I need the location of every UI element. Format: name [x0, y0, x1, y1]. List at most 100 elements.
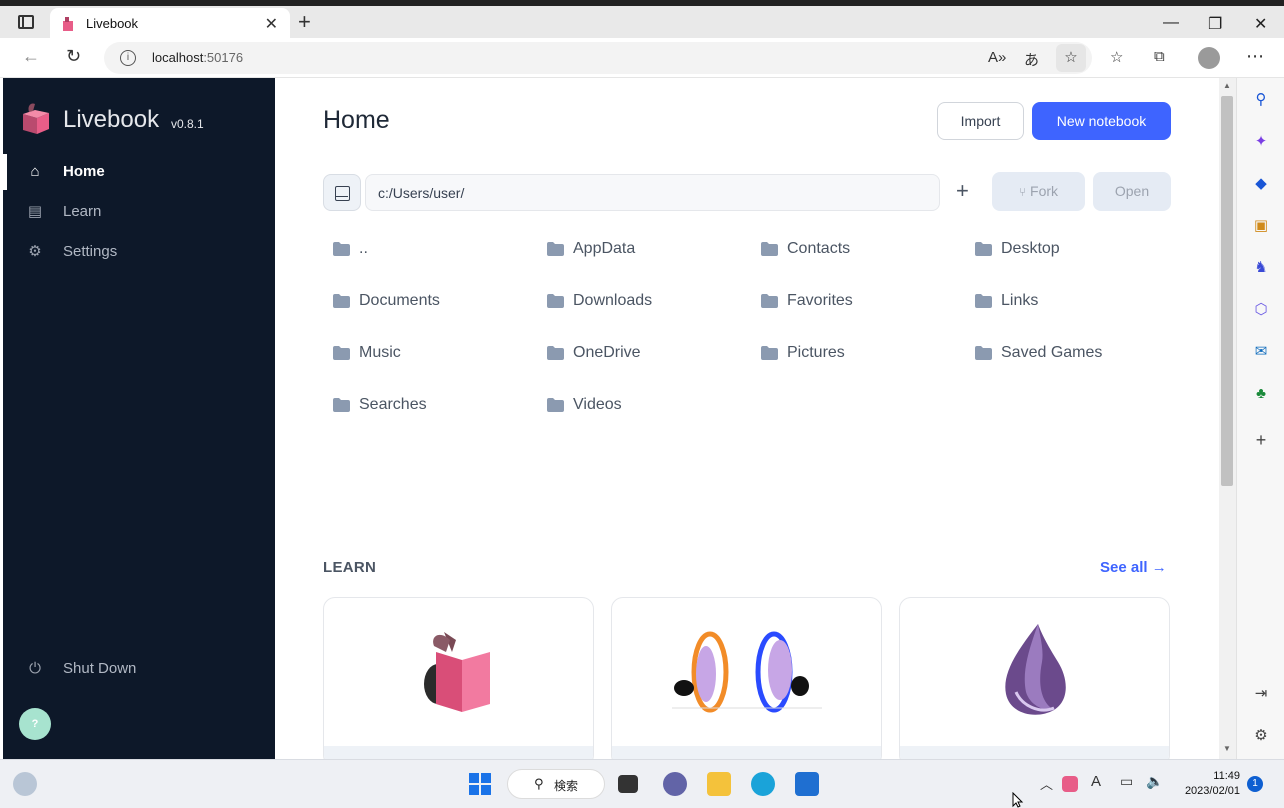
new-tab-button[interactable]: +: [298, 11, 311, 33]
scrollbar-thumb[interactable]: [1221, 96, 1233, 486]
tree-icon[interactable]: ♣: [1251, 384, 1271, 404]
import-button[interactable]: Import: [937, 102, 1024, 140]
new-notebook-button[interactable]: New notebook: [1032, 102, 1171, 140]
translate-icon[interactable]: あ: [1024, 49, 1039, 70]
folder-item[interactable]: Favorites: [751, 290, 951, 314]
close-window-icon[interactable]: ✕: [1254, 14, 1267, 34]
folder-item[interactable]: AppData: [537, 238, 737, 262]
windows-taskbar: ⚲ 検索 ︿ A ▭ 🔈 11:49 2023/02/01 1: [0, 759, 1284, 808]
learn-card[interactable]: [611, 597, 882, 759]
folder-item[interactable]: Pictures: [751, 342, 951, 366]
fork-label: Fork: [1030, 183, 1059, 199]
notification-badge[interactable]: 1: [1247, 776, 1263, 792]
taskbar-search[interactable]: ⚲ 検索: [507, 769, 605, 799]
sidebar-item-learn[interactable]: ▤ Learn: [3, 194, 275, 230]
folder-icon: [333, 294, 350, 308]
sidebar-item-settings[interactable]: ⚙ Settings: [3, 234, 275, 270]
folder-item[interactable]: OneDrive: [537, 342, 737, 366]
store-icon[interactable]: [795, 772, 819, 796]
windows-start-icon[interactable]: [468, 772, 492, 796]
favorites-icon[interactable]: ☆: [1110, 48, 1123, 66]
new-file-button[interactable]: +: [956, 179, 969, 203]
add-favorite-icon[interactable]: ☆: [1056, 44, 1086, 72]
folder-name: AppData: [573, 240, 636, 257]
sidebar-item-home[interactable]: ⌂ Home: [3, 154, 275, 190]
add-icon[interactable]: +: [1251, 430, 1271, 450]
livebook-tray-icon[interactable]: [1062, 776, 1078, 792]
folder-icon: [975, 346, 992, 360]
open-button[interactable]: Open: [1093, 172, 1171, 211]
reading-mascot-illustration: [424, 632, 490, 712]
elixir-drop-illustration: [1005, 624, 1066, 715]
tab-actions-icon[interactable]: [18, 15, 34, 29]
help-button[interactable]: ?: [19, 708, 51, 740]
collections-icon[interactable]: ⧉: [1154, 48, 1165, 65]
folder-name: Links: [1001, 292, 1039, 309]
url-port: :50176: [203, 50, 244, 65]
tag-icon[interactable]: ◆: [1251, 174, 1271, 194]
edge-icon[interactable]: [751, 772, 775, 796]
network-icon[interactable]: ▭: [1120, 773, 1133, 790]
url-field[interactable]: i localhost:50176 A» あ ☆: [104, 42, 1092, 74]
sparkle-icon[interactable]: ✦: [1251, 132, 1271, 152]
learn-card-footer: [900, 746, 1169, 759]
weather-icon[interactable]: [13, 772, 37, 796]
browser-tab[interactable]: Livebook ✕: [50, 8, 290, 40]
search-icon[interactable]: ⚲: [1251, 90, 1271, 110]
shutdown-button[interactable]: ⏻ Shut Down: [3, 651, 275, 687]
folder-name: Downloads: [573, 292, 653, 309]
more-menu-icon[interactable]: ⋯: [1246, 46, 1264, 67]
folder-item[interactable]: Desktop: [965, 238, 1165, 262]
folder-item[interactable]: Downloads: [537, 290, 737, 314]
taskbar-search-label: 検索: [554, 779, 579, 793]
learn-card[interactable]: [323, 597, 594, 759]
games-icon[interactable]: ♞: [1251, 258, 1271, 278]
folder-name: Documents: [359, 292, 440, 309]
path-input[interactable]: [365, 174, 940, 211]
page-scrollbar[interactable]: ▲ ▼: [1219, 78, 1236, 759]
taskbar-clock[interactable]: 11:49 2023/02/01: [1178, 769, 1240, 799]
site-info-icon[interactable]: i: [120, 50, 136, 66]
office-icon[interactable]: ⬡: [1251, 300, 1271, 320]
sidebar-item-label: Settings: [63, 243, 118, 260]
fork-button[interactable]: ⑂ Fork: [992, 172, 1085, 211]
tab-close-icon[interactable]: ✕: [265, 14, 278, 34]
read-aloud-icon[interactable]: A»: [988, 49, 1006, 66]
scroll-down-icon[interactable]: ▼: [1223, 744, 1231, 753]
back-icon[interactable]: ←: [22, 46, 40, 67]
learn-card[interactable]: [899, 597, 1170, 759]
tab-title: Livebook: [86, 16, 139, 31]
folder-item[interactable]: Videos: [537, 394, 737, 418]
restore-icon[interactable]: ❐: [1208, 14, 1222, 34]
volume-icon[interactable]: 🔈: [1146, 773, 1163, 790]
ime-icon[interactable]: A: [1091, 773, 1101, 790]
drive-icon: [335, 186, 350, 201]
folder-item[interactable]: Music: [323, 342, 523, 366]
app-name: Livebook: [63, 106, 160, 133]
folder-item[interactable]: Contacts: [751, 238, 951, 262]
folder-item[interactable]: Documents: [323, 290, 523, 314]
see-all-link[interactable]: See all →: [1100, 559, 1167, 576]
refresh-icon[interactable]: ↻: [66, 46, 81, 67]
folder-item[interactable]: Searches: [323, 394, 523, 418]
drive-select-button[interactable]: [323, 174, 361, 211]
outlook-icon[interactable]: ✉: [1251, 342, 1271, 362]
app-version: v0.8.1: [171, 117, 204, 131]
panel-toggle-icon[interactable]: ⇥: [1251, 684, 1271, 704]
tray-chevron-icon[interactable]: ︿: [1040, 774, 1053, 793]
scroll-up-icon[interactable]: ▲: [1223, 81, 1231, 90]
task-view-icon[interactable]: [618, 775, 638, 793]
mouse-cursor-icon: [1012, 792, 1024, 808]
folder-item[interactable]: ..: [323, 238, 523, 262]
toolbox-icon[interactable]: ▣: [1251, 216, 1271, 236]
teams-icon[interactable]: [663, 772, 687, 796]
folder-name: Contacts: [787, 240, 851, 257]
minimize-icon[interactable]: —: [1163, 14, 1179, 32]
settings-icon[interactable]: ⚙: [1251, 726, 1271, 746]
folder-item[interactable]: Links: [965, 290, 1165, 314]
file-explorer-icon[interactable]: [707, 772, 731, 796]
folder-icon: [975, 242, 992, 256]
folder-item[interactable]: Saved Games: [965, 342, 1165, 366]
profile-avatar[interactable]: [1198, 47, 1220, 69]
folder-icon: [333, 398, 350, 412]
